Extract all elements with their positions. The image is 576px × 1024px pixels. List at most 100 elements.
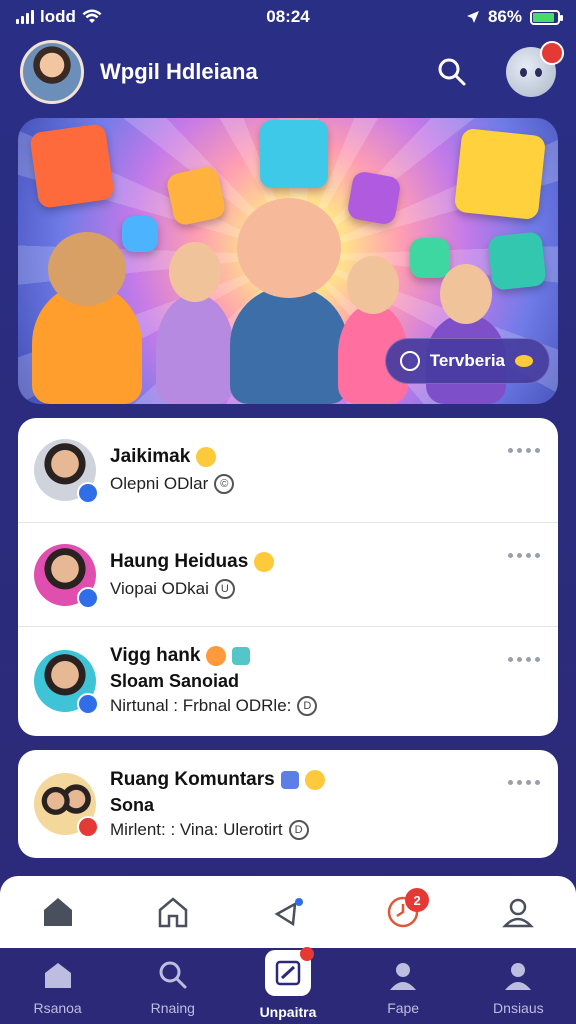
megaphone-icon [274,898,303,927]
emoji-icon [206,646,227,666]
info-circle-icon: D [297,696,318,716]
game-tile-icon [346,170,402,226]
more-options-button[interactable] [508,780,540,785]
notification-count-badge: 2 [405,888,430,912]
battery-fill [533,12,554,22]
tab-home[interactable]: Rsanoa [8,958,108,1016]
item-title: Ruang Komuntars [110,768,275,790]
hero-banner[interactable]: Tervberia [18,118,558,404]
avatar [34,543,99,609]
secondary-nav-bar: 2 [0,876,576,948]
profile-tab[interactable] [498,892,538,932]
tab-create[interactable]: Unpaitra [238,947,338,1020]
carrier-name: lodd [40,7,76,26]
game-tile-icon [165,165,227,227]
tab-label: Unpaitra [259,1004,317,1020]
game-tile-icon [487,231,547,291]
info-circle-icon: © [214,474,235,494]
avatar [34,773,99,838]
item-subtitle-secondary: Sloam Sanoiad [110,671,240,691]
tab-profile[interactable]: Dnsiaus [468,958,568,1016]
tab-label: Dnsiaus [493,1000,544,1016]
item-title: Haung Heiduas [110,550,249,572]
activity-tab[interactable]: 2 [383,888,430,932]
item-subtitle: Nirtunal : Frbnal ODRle: [110,696,292,715]
signal-icon [16,10,34,24]
lemon-icon [515,355,533,367]
square-icon [280,770,299,789]
assistant-bot-button[interactable] [506,41,564,97]
clock: 08:24 [266,7,310,26]
notification-badge [540,41,564,65]
more-options-button[interactable] [508,448,540,453]
banner-cta-label: Tervberia [429,351,505,370]
tab-search[interactable]: Rnaing [123,958,223,1016]
list-item[interactable]: Jaikimak Olepni ODlar © [18,418,558,522]
list-item[interactable]: Ruang Komuntars Sona Mirlent: : Vina: Ul… [18,750,558,858]
status-bar: lodd 08:24 86% [0,0,576,34]
item-subtitle: Mirlent: : Vina: Ulerotirt [110,819,283,839]
community-card: Ruang Komuntars Sona Mirlent: : Vina: Ul… [18,750,558,858]
avatar [34,649,99,715]
info-circle-icon: U [214,578,235,599]
notification-dot [299,947,314,961]
bottom-nav-bar: Rsanoa Rnaing Unpaitra Fape Dnsiaus [0,947,576,1024]
mini-badge [77,586,99,609]
banner-cta-button[interactable]: Tervberia [384,338,550,384]
mini-badge [77,692,99,715]
bear-character [32,232,142,404]
more-options-button[interactable] [508,553,540,558]
item-title: Jaikimak [110,446,191,467]
home-tab[interactable] [38,892,78,932]
item-title: Vigg hank [110,645,201,666]
search-icon [159,961,187,989]
search-button[interactable] [432,52,472,92]
mascot-tile-icon [453,127,547,221]
item-subtitle: Viopai ODkai [110,578,209,598]
battery-icon [530,9,563,25]
person-icon [502,898,535,928]
bot-eye [535,67,542,77]
bot-eye [520,67,527,77]
person-character [156,242,234,404]
main-character [230,198,348,404]
person-icon [505,963,532,990]
game-tile-icon [122,216,158,252]
tab-label: Rnaing [150,1000,195,1016]
emoji-icon [304,769,325,790]
home-outline-icon [158,897,188,928]
home-icon [43,898,72,926]
square-icon [232,647,251,665]
avatar [34,439,99,504]
game-tile-icon [29,123,115,209]
tab-label: Fape [387,1000,420,1016]
edit-icon [275,960,301,986]
location-arrow-icon [466,11,479,23]
game-tile-icon [410,238,450,278]
profile-name: Wpgil Hdleiana [100,59,258,84]
tab-label: Rsanoa [33,1000,82,1016]
more-options-button[interactable] [508,657,540,662]
info-circle-icon: D [288,819,309,840]
radio-circle-icon [399,351,420,371]
profile-avatar[interactable] [20,40,84,104]
person-icon [390,963,417,990]
mini-badge [77,816,99,838]
home-outline-tab[interactable] [153,892,193,932]
mini-badge [77,482,99,504]
emoji-icon [196,447,217,467]
search-icon [438,58,466,86]
tab-page[interactable]: Fape [353,958,453,1016]
item-subtitle: Olepni ODlar [110,474,209,493]
emoji-icon [254,551,275,572]
chat-list-card: Jaikimak Olepni ODlar © Haung Heiduas Vio… [18,418,558,736]
game-tile-icon [260,120,328,188]
app-header: Wpgil Hdleiana [20,38,564,106]
megaphone-tab[interactable] [268,892,308,932]
home-icon [44,963,71,988]
item-subtitle-secondary: Sona [110,794,155,815]
battery-percent: 86% [487,7,522,26]
list-item[interactable]: Haung Heiduas Viopai ODkai U [18,522,558,626]
list-item[interactable]: Vigg hank Sloam Sanoiad Nirtunal : Frbna… [18,626,558,734]
wifi-icon [82,9,102,23]
